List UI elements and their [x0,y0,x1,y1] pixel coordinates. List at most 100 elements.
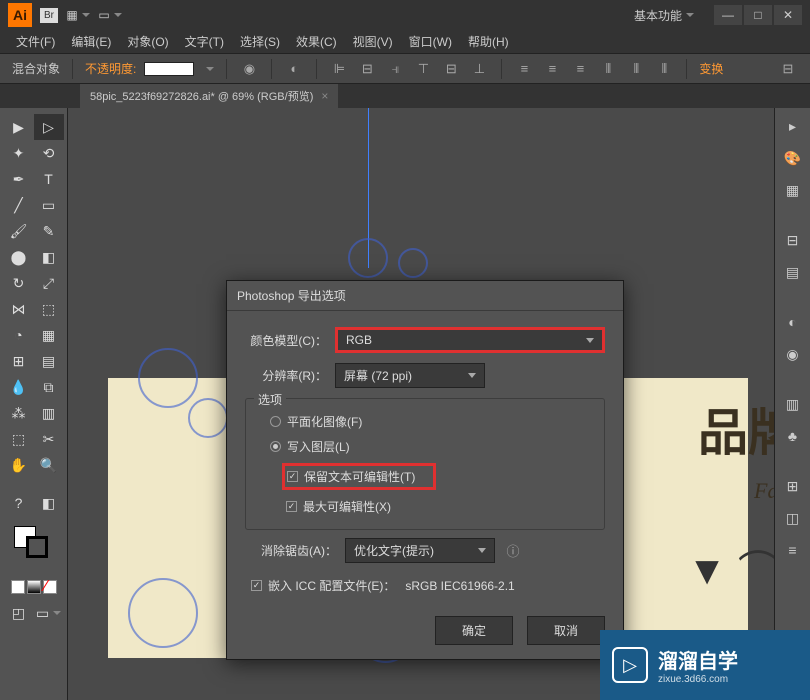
resolution-select[interactable]: 屏幕 (72 ppi) [335,363,485,388]
swatches-panel-icon[interactable]: ▦ [781,178,805,202]
type-tool[interactable]: T [34,166,64,192]
magic-wand-tool[interactable]: ✦ [4,140,34,166]
dist-vcenter-icon[interactable]: ≡ [542,59,562,79]
hand-tool[interactable]: ✋ [4,452,34,478]
arrange-docs-icon[interactable]: ▦ [68,6,88,24]
menu-effect[interactable]: 效果(C) [288,33,345,50]
style-icon[interactable]: ◉ [239,59,259,79]
help-icon[interactable]: ? [4,490,34,516]
shape-builder-tool[interactable]: ◔ [4,322,34,348]
stroke-swatch[interactable] [26,536,48,558]
max-editability-checkbox[interactable]: 最大可编辑性(X) [258,494,592,519]
width-tool[interactable]: ⋈ [4,296,34,322]
dist-left-icon[interactable]: ⦀ [598,59,618,79]
bridge-badge[interactable]: Br [40,8,58,23]
appearance-panel-icon[interactable]: ◉ [781,342,805,366]
menu-help[interactable]: 帮助(H) [460,33,517,50]
dist-hcenter-icon[interactable]: ⦀ [626,59,646,79]
extras-icon[interactable]: ▭ [100,6,120,24]
flat-image-radio[interactable]: 平面化图像(F) [258,409,592,434]
antialias-select[interactable]: 优化文字(提示) [345,538,495,563]
color-model-select[interactable]: RGB [335,327,605,353]
app-logo-icon: Ai [8,3,32,27]
cancel-button[interactable]: 取消 [527,616,605,645]
paintbrush-tool[interactable]: 🖌 [4,218,34,244]
menu-object[interactable]: 对象(O) [119,33,176,50]
lasso-tool[interactable]: ⟲ [34,140,64,166]
brushes-panel-icon[interactable]: ⊞ [781,474,805,498]
opacity-input[interactable] [144,62,194,76]
gradient-mode-btn[interactable] [27,580,41,594]
ok-button[interactable]: 确定 [435,616,513,645]
pen-tool[interactable]: ✒ [4,166,34,192]
menu-type[interactable]: 文字(T) [177,33,232,50]
gradient-panel-icon[interactable]: ▤ [781,260,805,284]
screen-mode-icon[interactable]: ▭ [34,600,64,626]
transform-label[interactable]: 变换 [699,60,723,77]
recolor-icon[interactable]: ◐ [284,59,304,79]
none-mode-btn[interactable]: ⁄ [43,580,57,594]
symbol-sprayer-tool[interactable]: ⁂ [4,400,34,426]
draw-normal-icon[interactable]: ◰ [4,600,34,626]
menu-window[interactable]: 窗口(W) [401,33,460,50]
scale-tool[interactable]: ⤢ [34,270,64,296]
align-panel-icon[interactable]: ≡ [781,538,805,562]
tab-close-icon[interactable]: × [321,89,328,103]
title-bar: Ai Br ▦ ▭ 基本功能 — □ ✕ [0,0,810,30]
collapse-icon[interactable]: ▸ [781,114,805,138]
align-left-icon[interactable]: ⊫ [329,59,349,79]
fill-mode-icon[interactable]: ◧ [34,490,64,516]
color-panel-icon[interactable]: 🎨 [781,146,805,170]
menu-view[interactable]: 视图(V) [345,33,401,50]
perspective-grid-tool[interactable]: ▦ [34,322,64,348]
eraser-tool[interactable]: ◧ [34,244,64,270]
color-mode-btn[interactable] [11,580,25,594]
line-tool[interactable]: ╱ [4,192,34,218]
blend-tool[interactable]: ⧉ [34,374,64,400]
embed-icc-checkbox[interactable]: 嵌入 ICC 配置文件(E)： sRGB IEC61966-2.1 [245,573,605,598]
menu-file[interactable]: 文件(F) [8,33,63,50]
rectangle-tool[interactable]: ▭ [34,192,64,218]
antialias-label: 消除锯齿(A)： [245,542,345,559]
free-transform-tool[interactable]: ⬚ [34,296,64,322]
stroke-panel-icon[interactable]: ⊟ [781,228,805,252]
symbols-panel-icon[interactable]: ♣ [781,424,805,448]
menu-select[interactable]: 选择(S) [232,33,288,50]
align-bottom-icon[interactable]: ⊥ [469,59,489,79]
dist-right-icon[interactable]: ⦀ [654,59,674,79]
mesh-tool[interactable]: ⊞ [4,348,34,374]
align-top-icon[interactable]: ⊤ [413,59,433,79]
close-button[interactable]: ✕ [774,5,802,25]
minimize-button[interactable]: — [714,5,742,25]
dist-bottom-icon[interactable]: ≡ [570,59,590,79]
align-hcenter-icon[interactable]: ⊟ [357,59,377,79]
blob-brush-tool[interactable]: ⬤ [4,244,34,270]
document-tab[interactable]: 58pic_5223f69272826.ai* @ 69% (RGB/预览) × [80,84,338,108]
transparency-panel-icon[interactable]: ◐ [781,310,805,334]
maximize-button[interactable]: □ [744,5,772,25]
menu-edit[interactable]: 编辑(E) [63,33,119,50]
blend-object-label: 混合对象 [12,60,60,77]
artboard-subtext: Fash [754,478,774,504]
align-right-icon[interactable]: ⫣ [385,59,405,79]
panel-menu-icon[interactable]: ⊟ [778,59,798,79]
zoom-tool[interactable]: 🔍 [34,452,64,478]
column-graph-tool[interactable]: ▥ [34,400,64,426]
selection-tool[interactable]: ▶ [4,114,34,140]
layers-panel-icon[interactable]: ▥ [781,392,805,416]
antialias-info-icon[interactable]: ⓘ [503,541,523,561]
dist-top-icon[interactable]: ≡ [514,59,534,79]
pencil-tool[interactable]: ✎ [34,218,64,244]
align-vcenter-icon[interactable]: ⊟ [441,59,461,79]
preserve-text-checkbox[interactable]: 保留文本可编辑性(T) [282,463,436,490]
gradient-tool[interactable]: ▤ [34,348,64,374]
slice-tool[interactable]: ✂ [34,426,64,452]
rotate-tool[interactable]: ↻ [4,270,34,296]
fill-stroke-swatches[interactable] [0,526,67,556]
eyedropper-tool[interactable]: 💧 [4,374,34,400]
workspace-switcher[interactable]: 基本功能 [634,7,694,24]
write-layers-radio[interactable]: 写入图层(L) [258,434,592,459]
direct-selection-tool[interactable]: ▷ [34,114,64,140]
graphic-styles-icon[interactable]: ◫ [781,506,805,530]
artboard-tool[interactable]: ⬚ [4,426,34,452]
